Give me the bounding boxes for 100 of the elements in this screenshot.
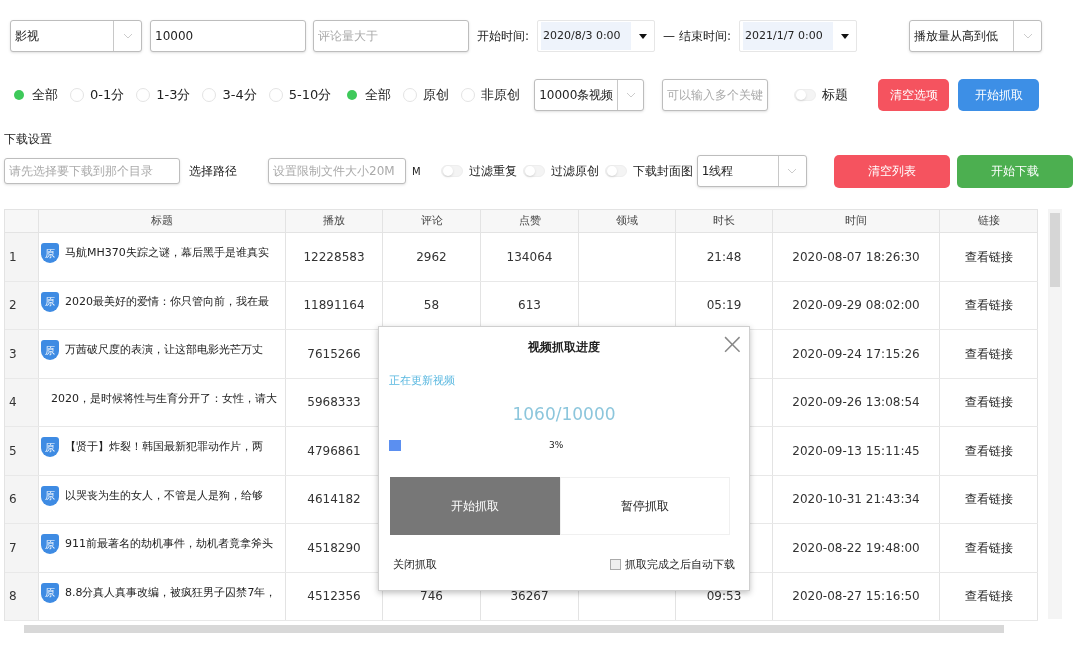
- switch-label: 过滤重复: [468, 163, 517, 180]
- input-field[interactable]: 评论量大于: [313, 20, 469, 52]
- close-capture-link[interactable]: 关闭抓取: [393, 556, 437, 573]
- dialog-button[interactable]: 暂停抓取: [560, 476, 730, 535]
- input-field[interactable]: 10000: [150, 20, 306, 52]
- toggle-switch[interactable]: [794, 89, 817, 101]
- view-link[interactable]: 查看链接: [964, 490, 1013, 509]
- dropdown[interactable]: 影视: [10, 20, 142, 52]
- dropdown[interactable]: 10000条视频: [534, 79, 645, 111]
- table-cell-text: 4796861: [307, 442, 361, 460]
- toggle-switch[interactable]: [522, 165, 545, 177]
- checkbox[interactable]: 抓取完成之后自动下载: [610, 556, 735, 573]
- field-label: 开始时间:: [477, 28, 531, 45]
- dropdown[interactable]: 播放量从高到低: [909, 20, 1043, 52]
- status-text: 正在更新视频: [389, 373, 455, 389]
- section-title: 下载设置: [4, 131, 52, 148]
- row-number: 3: [5, 330, 39, 378]
- input-field[interactable]: 可以输入多个关键: [662, 79, 769, 111]
- radio-button[interactable]: 全部: [345, 85, 392, 105]
- row-number: 7: [5, 524, 39, 572]
- close-button[interactable]: ×: [719, 329, 745, 359]
- original-badge: 原: [41, 485, 59, 506]
- table-cell-text: 【贤于】炸裂！韩国最新犯罪动作片，两: [65, 439, 263, 455]
- table-cell-text: 2020-09-13 15:11:45: [792, 442, 920, 460]
- table-cell-text: 36267: [510, 588, 549, 606]
- table-cell: 2020最美好的爱情：你只管向前，我在最: [65, 293, 269, 310]
- progress-count: 1060/10000: [512, 402, 616, 426]
- toggle-switch[interactable]: [604, 165, 627, 177]
- row-number: 4: [5, 378, 39, 426]
- table-cell-text: 2020-09-29 08:02:00: [792, 297, 920, 315]
- row-number: 1: [5, 233, 39, 281]
- column-header[interactable]: 标题: [39, 210, 286, 232]
- scrollbar-thumb[interactable]: [1050, 213, 1060, 287]
- row-number: 2: [5, 281, 39, 329]
- view-link[interactable]: 查看链接: [964, 296, 1013, 315]
- date-picker[interactable]: 2020/8/3 0:00: [537, 20, 655, 52]
- table-cell-text: 马航MH370失踪之谜，幕后黑手是谁真实: [65, 245, 269, 261]
- table-cell-text: 09:53: [706, 588, 742, 606]
- original-badge: 原: [41, 534, 59, 554]
- view-link[interactable]: 查看链接: [964, 587, 1013, 606]
- input-field[interactable]: 设置限制文件大小20M: [268, 158, 406, 184]
- view-link[interactable]: 查看链接: [964, 538, 1013, 557]
- table-cell-text: 4518290: [307, 539, 361, 557]
- table-cell-text: 12228583: [303, 248, 365, 266]
- field-label: 结束时间:: [679, 28, 732, 45]
- radio-button[interactable]: 原创: [403, 85, 450, 105]
- horizontal-scrollbar[interactable]: [24, 625, 1004, 633]
- table-cell-text: 2020-09-24 17:15:26: [792, 345, 920, 363]
- table-cell-text: 2020-10-31 21:43:34: [792, 491, 920, 509]
- dialog-title: 视频抓取进度: [528, 339, 600, 356]
- column-header[interactable]: 链接: [940, 210, 1038, 232]
- view-link[interactable]: 查看链接: [964, 344, 1013, 363]
- column-header[interactable]: 时长: [676, 210, 773, 232]
- view-link[interactable]: 查看链接: [964, 247, 1013, 266]
- row-number: 5: [5, 427, 39, 475]
- table-cell-text: 2020-08-07 18:26:30: [792, 248, 920, 266]
- table-cell-text: 万茜破尺度的表演，让这部电影光芒万丈: [65, 342, 263, 358]
- dialog-button[interactable]: 开始抓取: [390, 476, 560, 535]
- radio-button[interactable]: 全部: [12, 85, 58, 105]
- dropdown[interactable]: 1线程: [696, 155, 807, 187]
- unit-label: M: [412, 164, 421, 179]
- column-header[interactable]: 领域: [579, 210, 676, 232]
- column-header[interactable]: 点赞: [481, 210, 579, 232]
- table-cell-text: 11891164: [303, 297, 365, 315]
- table-cell-text: 21:48: [706, 248, 742, 266]
- radio-button[interactable]: 0-1分: [70, 85, 125, 105]
- input-field[interactable]: 请先选择要下载到那个目录: [4, 158, 180, 184]
- radio-button[interactable]: 3-4分: [202, 85, 257, 105]
- table-cell-text: 2020-09-26 13:08:54: [792, 394, 920, 412]
- table-cell-text: 5968333: [307, 394, 361, 412]
- caret-icon[interactable]: [841, 33, 850, 39]
- table-cell-text: 911前最著名的劫机事件，劫机者竟拿斧头: [65, 536, 273, 552]
- table-cell-text: 2020-08-22 19:48:00: [792, 539, 920, 557]
- view-link[interactable]: 查看链接: [964, 441, 1013, 460]
- original-badge: 原: [41, 437, 59, 457]
- column-header[interactable]: 时间: [773, 210, 940, 232]
- table-cell: 8.8分真人真事改编，被疯狂男子囚禁7年，: [65, 584, 277, 601]
- original-badge: 原: [41, 243, 59, 263]
- date-picker[interactable]: 2021/1/7 0:00: [739, 20, 858, 52]
- radio-button[interactable]: 非原创: [461, 85, 521, 105]
- toggle-switch[interactable]: [440, 165, 463, 177]
- dash-label: —: [663, 28, 675, 45]
- radio-button[interactable]: 5-10分: [268, 85, 332, 105]
- table-cell-text: 746: [420, 588, 443, 606]
- switch-label: 标题: [822, 86, 849, 105]
- table-cell-text: 7615266: [307, 345, 361, 363]
- table-cell-text: 2962: [416, 248, 447, 266]
- column-header[interactable]: 评论: [383, 210, 481, 232]
- table-cell: 以哭丧为生的女人，不管是人是狗，给够: [65, 487, 263, 504]
- table-cell-text: 05:19: [706, 297, 742, 315]
- table-cell-text: 58: [423, 297, 440, 315]
- table-cell-text: 2020-08-27 15:16:50: [792, 588, 920, 606]
- progress-percent: 3%: [549, 439, 564, 452]
- column-header[interactable]: 播放: [286, 210, 383, 232]
- view-link[interactable]: 查看链接: [964, 393, 1013, 412]
- radio-button[interactable]: 1-3分: [136, 85, 191, 105]
- original-badge: 原: [41, 582, 59, 603]
- table-cell-text: 134064: [506, 248, 553, 266]
- switch-label: 下载封面图: [632, 163, 693, 180]
- caret-icon[interactable]: [639, 33, 647, 39]
